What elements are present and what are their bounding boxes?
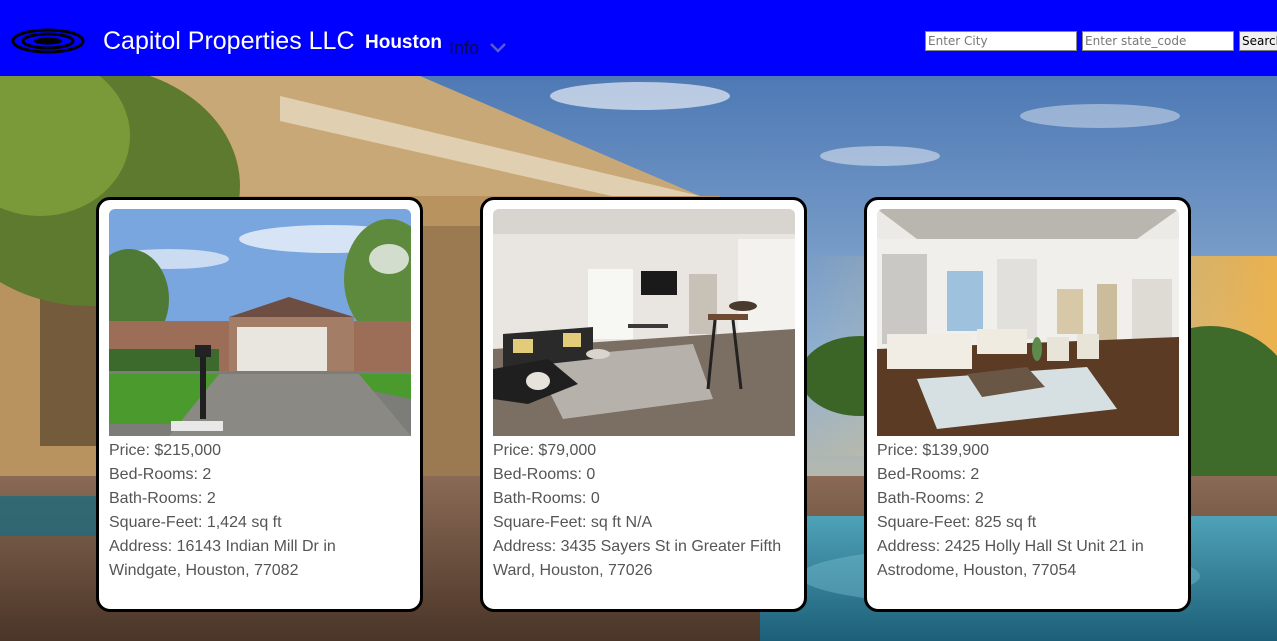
listing-price: Price: $215,000 xyxy=(109,442,222,459)
chevron-down-icon[interactable] xyxy=(488,42,508,54)
listing-bedrooms: Bed-Rooms: 2 xyxy=(877,466,980,483)
listing-address: Address: 3435 Sayers St in Greater Fifth… xyxy=(493,538,782,579)
logo-icon[interactable] xyxy=(11,27,85,55)
listing-details: Price: $79,000 Bed-Rooms: 0 Bath-Rooms: … xyxy=(493,439,793,583)
listing-square-feet: Square-Feet: 1,424 sq ft xyxy=(109,514,282,531)
top-navbar: Capitol Properties LLC Houston Info Sear… xyxy=(0,0,1277,76)
info-dropdown[interactable]: Info xyxy=(449,38,479,59)
state-code-input[interactable] xyxy=(1082,31,1234,51)
listing-bathrooms: Bath-Rooms: 0 xyxy=(493,490,600,507)
listing-address: Address: 16143 Indian Mill Dr in Windgat… xyxy=(109,538,336,579)
listing-square-feet: Square-Feet: sq ft N/A xyxy=(493,514,653,531)
listing-price: Price: $139,900 xyxy=(877,442,990,459)
listing-photo-house-exterior[interactable] xyxy=(109,209,411,436)
current-city: Houston xyxy=(365,32,443,53)
listing-bedrooms: Bed-Rooms: 2 xyxy=(109,466,212,483)
listing-bathrooms: Bath-Rooms: 2 xyxy=(109,490,216,507)
brand-title[interactable]: Capitol Properties LLC xyxy=(103,27,355,56)
city-input[interactable] xyxy=(925,31,1077,51)
listing-price: Price: $79,000 xyxy=(493,442,597,459)
listing-details: Price: $215,000 Bed-Rooms: 2 Bath-Rooms:… xyxy=(109,439,409,583)
listing-details: Price: $139,900 Bed-Rooms: 2 Bath-Rooms:… xyxy=(877,439,1177,583)
listing-square-feet: Square-Feet: 825 sq ft xyxy=(877,514,1037,531)
listing-photo-living-room[interactable] xyxy=(493,209,795,436)
listing-photo-open-living-room[interactable] xyxy=(877,209,1179,436)
listing-card[interactable]: Price: $79,000 Bed-Rooms: 0 Bath-Rooms: … xyxy=(480,197,807,612)
listing-bathrooms: Bath-Rooms: 2 xyxy=(877,490,984,507)
listing-card[interactable]: Price: $139,900 Bed-Rooms: 2 Bath-Rooms:… xyxy=(864,197,1191,612)
listing-address: Address: 2425 Holly Hall St Unit 21 in A… xyxy=(877,538,1144,579)
search-button[interactable]: Search xyxy=(1239,31,1277,51)
listing-bedrooms: Bed-Rooms: 0 xyxy=(493,466,596,483)
listing-card[interactable]: Price: $215,000 Bed-Rooms: 2 Bath-Rooms:… xyxy=(96,197,423,612)
